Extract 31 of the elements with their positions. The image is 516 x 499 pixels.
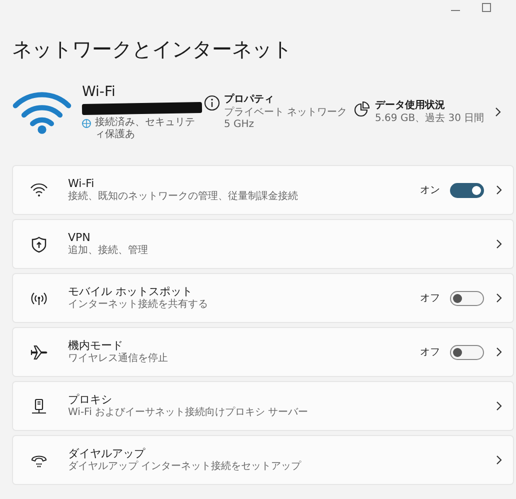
settings-row[interactable]: モバイル ホットスポット インターネット接続を共有する オフ <box>12 273 514 323</box>
row-subtitle: Wi-Fi およびイーサネット接続向けプロキシ サーバー <box>68 407 310 419</box>
data-usage-detail: 5.69 GB、過去 30 日間 <box>375 113 484 125</box>
row-subtitle: インターネット接続を共有する <box>68 299 209 311</box>
settings-row[interactable]: 機内モード ワイヤレス通信を停止 オフ <box>12 327 514 377</box>
row-title: Wi-Fi <box>68 177 96 190</box>
row-title: 機内モード <box>68 339 124 352</box>
row-subtitle: 追加、接続、管理 <box>68 245 149 257</box>
toggle-state-label: オフ <box>420 292 440 305</box>
properties-link[interactable]: プロパティ プライベート ネットワーク 5 GHz <box>204 93 354 131</box>
toggle-state-label: オン <box>420 184 440 197</box>
network-name: Wi-Fi <box>82 84 116 100</box>
page-title: ネットワークとインターネット <box>12 36 293 62</box>
connection-status: 接続済み、セキュリティ保護あ <box>95 116 196 140</box>
row-title: ダイヤルアップ <box>68 447 146 460</box>
properties-detail: プライベート ネットワーク <box>224 107 348 119</box>
toggle-state-label: オフ <box>420 346 440 359</box>
row-subtitle: ワイヤレス通信を停止 <box>68 353 169 365</box>
row-subtitle: ダイヤルアップ インターネット接続をセットアップ <box>68 461 302 473</box>
properties-detail: 5 GHz <box>224 119 256 131</box>
settings-row[interactable]: Wi-Fi 接続、既知のネットワークの管理、従量制課金接続 オン <box>12 165 514 215</box>
row-title: モバイル ホットスポット <box>68 285 194 298</box>
properties-title: プロパティ <box>224 93 275 106</box>
row-subtitle: 接続、既知のネットワークの管理、従量制課金接続 <box>68 191 299 203</box>
data-usage-title: データ使用状況 <box>375 99 446 112</box>
settings-row[interactable]: ダイヤルアップ ダイヤルアップ インターネット接続をセットアップ <box>12 435 514 485</box>
settings-row[interactable]: VPN 追加、接続、管理 <box>12 219 514 269</box>
data-usage-link[interactable]: データ使用状況 5.69 GB、過去 30 日間 <box>354 99 494 125</box>
settings-row[interactable]: プロキシ Wi-Fi およびイーサネット接続向けプロキシ サーバー <box>12 381 514 431</box>
row-title: VPN <box>68 231 92 244</box>
row-title: プロキシ <box>68 393 113 407</box>
